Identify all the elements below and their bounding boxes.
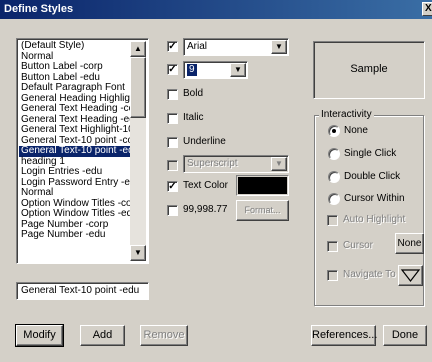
interactivity-legend: Interactivity [319,109,374,120]
navigate-to-checkbox [327,270,338,281]
text-color-swatch[interactable] [236,175,289,196]
title-bar[interactable]: Define Styles X [0,0,432,19]
chevron-down-icon[interactable]: ▼ [230,63,246,77]
underline-label: Underline [183,136,226,147]
list-item[interactable]: Default Paragraph Font [19,82,132,94]
cursor-label: Cursor [343,240,374,251]
add-button[interactable]: Add [80,325,125,346]
underline-checkbox[interactable] [167,137,178,148]
radio-double-click-label: Double Click [344,171,401,182]
sample-preview: Sample [313,41,425,99]
scroll-up-icon[interactable]: ▲ [130,41,146,57]
remove-button: Remove [140,325,188,346]
list-item[interactable]: Normal [19,187,132,199]
define-styles-dialog: Define Styles X (Default Style) Normal But… [0,0,432,362]
cursor-checkbox [327,241,338,252]
text-color-fill [238,177,287,194]
sample-text: Sample [350,63,388,75]
list-item[interactable]: (Default Style) [19,41,132,52]
style-name-field[interactable]: General Text-10 point -edu [16,282,149,300]
radio-none-label: None [344,125,368,136]
superscript-select: Superscript ▼ [183,155,289,173]
superscript-value: Superscript [187,158,238,169]
close-icon[interactable]: X [422,2,432,16]
list-item[interactable]: General Text-10 point -edu [19,145,132,157]
font-face-checkbox[interactable]: ✓ [167,41,178,52]
number-format-checkbox[interactable] [167,205,178,216]
auto-highlight-label: Auto Highlight [343,214,406,225]
window-title: Define Styles [4,3,74,15]
font-face-select[interactable]: Arial ▼ [183,38,289,56]
text-color-label: Text Color [183,180,229,191]
radio-single-click-label: Single Click [344,148,397,159]
list-item[interactable]: General Text Highlight-10 p [19,124,132,136]
bold-label: Bold [183,88,204,99]
italic-label: Italic [183,112,204,123]
navigate-to-label: Navigate To [343,269,396,280]
font-size-value: 9 [187,64,197,76]
text-color-checkbox[interactable]: ✓ [167,181,178,192]
chevron-down-icon[interactable]: ▼ [271,40,287,54]
cursor-type-button[interactable]: None [395,233,424,254]
radio-single-click[interactable] [328,148,340,160]
radio-cursor-within-label: Cursor Within [344,193,405,204]
radio-cursor-within[interactable] [328,193,340,205]
scroll-thumb[interactable] [130,57,146,118]
italic-checkbox[interactable] [167,113,178,124]
modify-button[interactable]: Modify [15,324,64,347]
list-item[interactable]: Page Number -edu [19,229,132,241]
font-size-select[interactable]: 9 ▼ [183,61,248,79]
list-item[interactable]: Option Window Titles -edu [19,208,132,220]
references-button[interactable]: References... [311,325,377,346]
radio-dot-icon [332,129,336,133]
superscript-checkbox [167,160,178,171]
font-size-checkbox[interactable]: ✓ [167,64,178,75]
number-format-sample: 99,998.77 [183,204,228,215]
font-face-value: Arial [187,41,208,52]
auto-highlight-checkbox [327,215,338,226]
chevron-down-icon: ▼ [271,157,287,171]
style-list[interactable]: (Default Style) Normal Button Label -corp B… [16,38,149,264]
radio-none[interactable] [328,125,340,137]
list-item[interactable]: Button Label -corp [19,61,132,73]
list-item[interactable]: General Text Heading -corp [19,103,132,115]
triangle-down-icon [400,269,421,282]
style-list-items[interactable]: (Default Style) Normal Button Label -corp B… [19,41,132,261]
bold-checkbox[interactable] [167,89,178,100]
radio-double-click[interactable] [328,171,340,183]
done-button[interactable]: Done [383,325,427,346]
style-list-scrollbar[interactable]: ▲ ▼ [130,41,146,261]
list-item[interactable]: Login Entries -edu [19,166,132,178]
navigate-to-button[interactable] [398,265,423,286]
scroll-down-icon[interactable]: ▼ [130,245,146,261]
format-button: Format... [236,200,289,221]
